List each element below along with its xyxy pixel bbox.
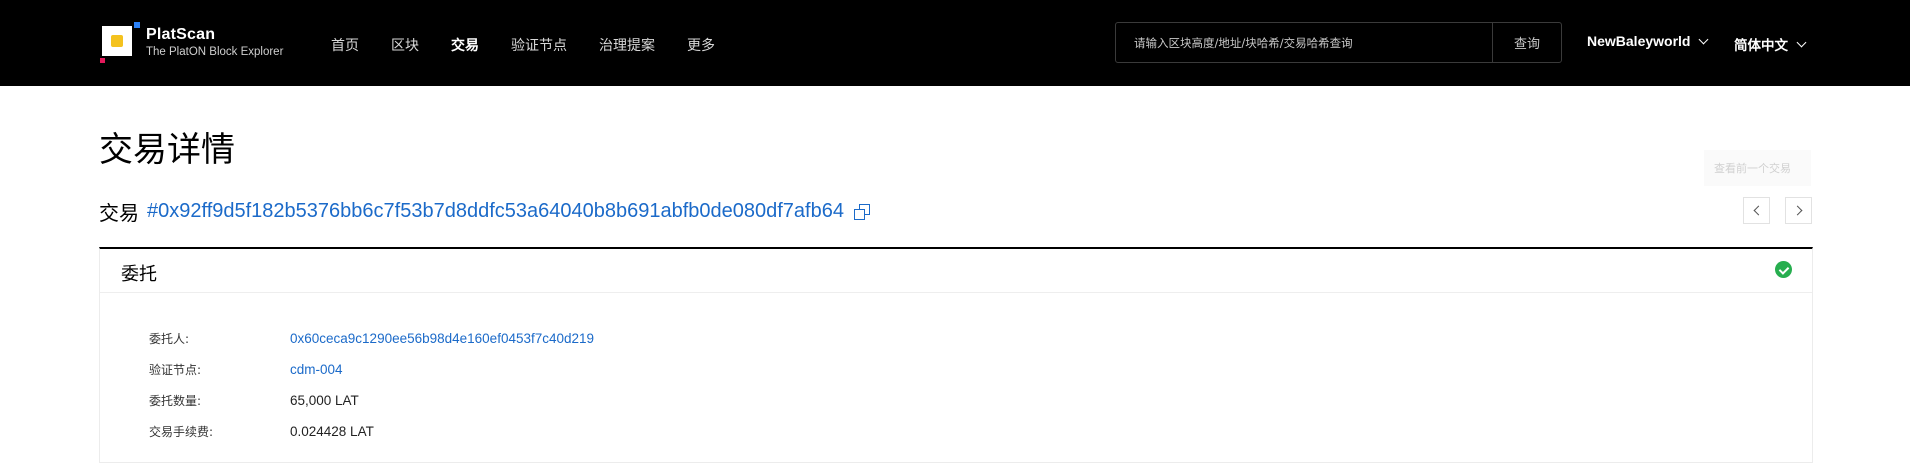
copy-icon[interactable] (853, 203, 870, 220)
chevron-down-icon (1796, 37, 1807, 47)
language-selector[interactable]: 简体中文 (1734, 34, 1807, 54)
next-transaction-button[interactable] (1785, 197, 1812, 224)
search-box: 查询 (1115, 22, 1562, 63)
detail-label: 交易手续费: (149, 425, 214, 439)
tx-hash[interactable]: #0x92ff9d5f182b5376bb6c7f53b7d8ddfc53a64… (147, 200, 844, 223)
search-input[interactable] (1116, 23, 1492, 62)
detail-label: 委托数量: (149, 394, 202, 408)
nav-home[interactable]: 首页 (331, 35, 359, 55)
check-circle-icon (1775, 261, 1792, 278)
network-selector[interactable]: NewBaleyworld (1587, 33, 1709, 49)
logo-icon (100, 22, 140, 63)
main-nav: 首页 区块 交易 验证节点 治理提案 更多 (331, 35, 747, 55)
nav-more[interactable]: 更多 (687, 35, 715, 55)
detail-row-validator: 验证节点: cdm-004 (149, 354, 594, 385)
tx-label: 交易 (99, 201, 139, 225)
detail-row-delegator: 委托人: 0x60ceca9c1290ee56b98d4e160ef0453f7… (149, 323, 594, 354)
prev-transaction-button[interactable] (1743, 197, 1770, 224)
transaction-hash-line: 交易 #0x92ff9d5f182b5376bb6c7f53b7d8ddfc53… (99, 197, 870, 226)
nav-validators[interactable]: 验证节点 (511, 35, 567, 55)
transaction-fee: 0.024428 LAT (290, 424, 374, 439)
scroll-gutter (1910, 0, 1920, 473)
nav-blocks[interactable]: 区块 (391, 35, 419, 55)
logo-title: PlatScan (146, 26, 216, 43)
validator-node-link[interactable]: cdm-004 (290, 362, 343, 377)
logo-subtitle: The PlatON Block Explorer (146, 46, 284, 58)
delegation-amount: 65,000 LAT (290, 393, 359, 408)
detail-row-amount: 委托数量: 65,000 LAT (149, 385, 594, 416)
detail-label: 委托人: (149, 332, 190, 346)
detail-row-fee: 交易手续费: 0.024428 LAT (149, 416, 594, 447)
chevron-left-icon (1753, 205, 1763, 216)
chevron-right-icon (1792, 205, 1802, 216)
logo[interactable]: PlatScan The PlatON Block Explorer (100, 22, 284, 63)
delegator-address-link[interactable]: 0x60ceca9c1290ee56b98d4e160ef0453f7c40d2… (290, 331, 594, 346)
detail-label: 验证节点: (149, 363, 202, 377)
card-title: 委托 (121, 264, 157, 285)
card-header: 委托 (100, 249, 1812, 293)
transaction-detail-card: 委托 委托人: 0x60ceca9c1290ee56b98d4e160ef045… (99, 247, 1813, 463)
language-label: 简体中文 (1734, 38, 1788, 54)
nav-proposals[interactable]: 治理提案 (599, 35, 655, 55)
detail-list: 委托人: 0x60ceca9c1290ee56b98d4e160ef0453f7… (149, 323, 594, 447)
top-header: PlatScan The PlatON Block Explorer 首页 区块… (0, 0, 1910, 86)
page-title: 交易详情 (99, 130, 235, 170)
chevron-down-icon (1699, 34, 1709, 44)
search-button[interactable]: 查询 (1492, 23, 1561, 62)
prev-tx-tooltip: 查看前一个交易 (1704, 150, 1811, 186)
nav-transactions[interactable]: 交易 (451, 35, 479, 55)
network-label: NewBaleyworld (1587, 33, 1691, 49)
